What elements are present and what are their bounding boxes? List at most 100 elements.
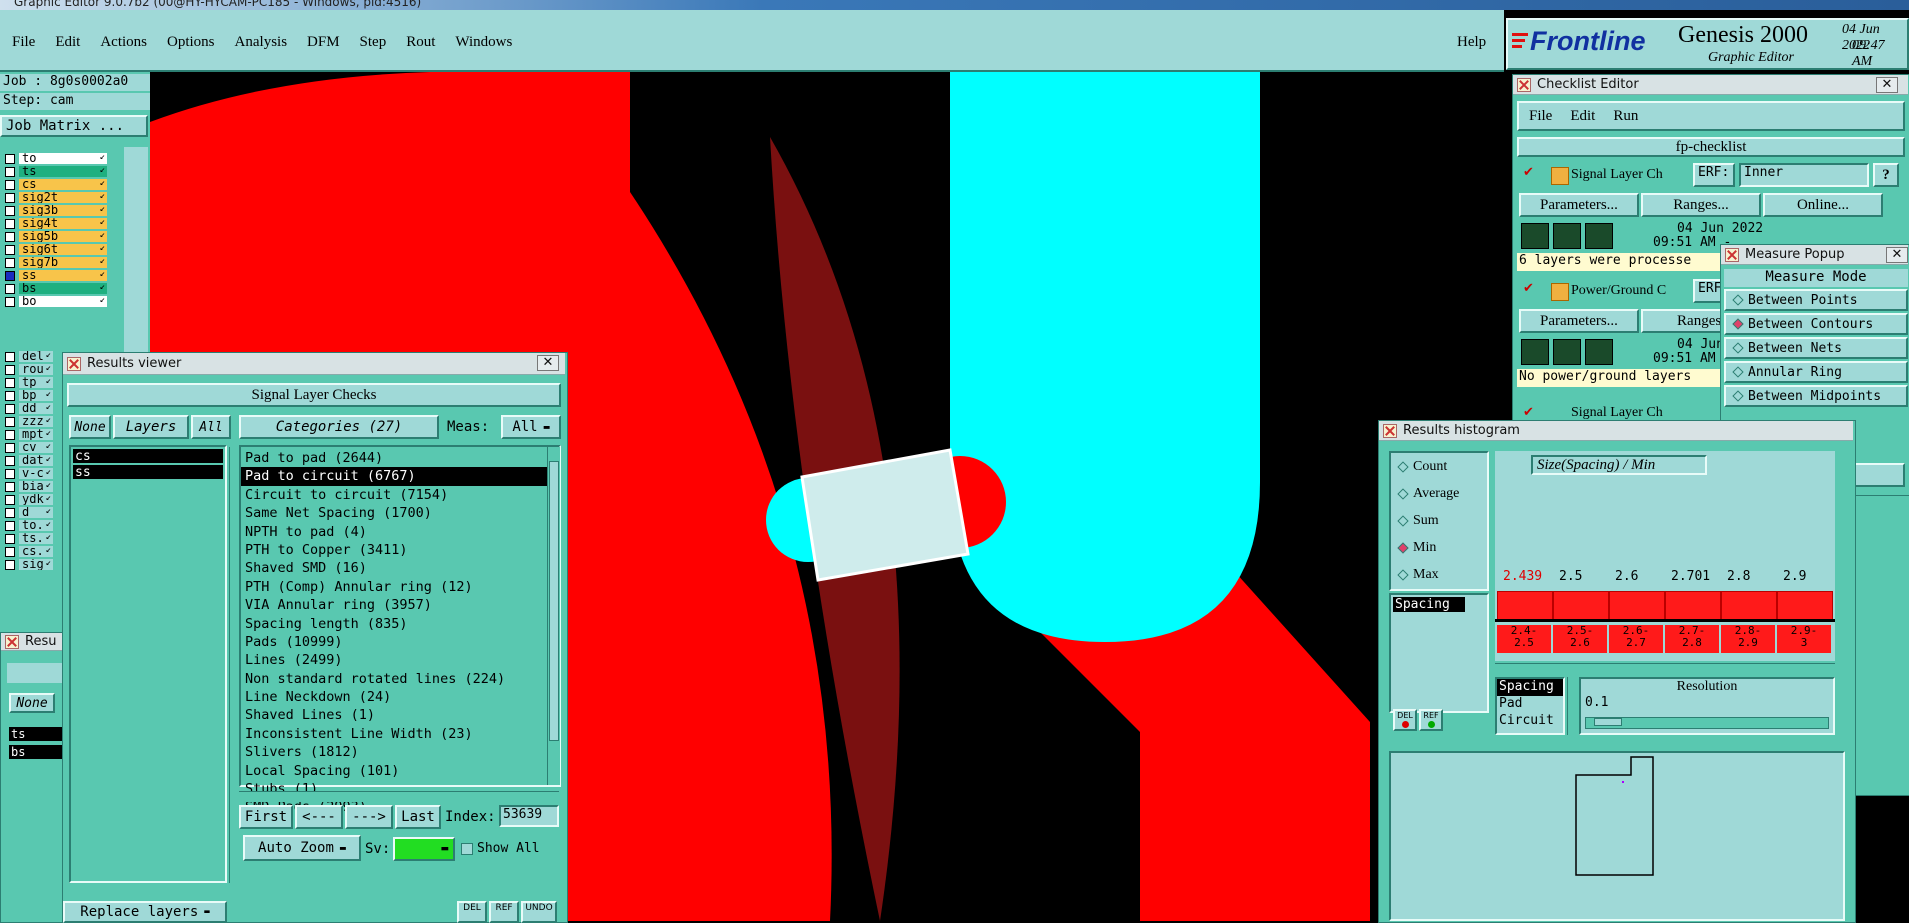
- layer-row[interactable]: sig7b: [0, 256, 125, 269]
- online-button[interactable]: Online...: [1763, 193, 1883, 217]
- layer-checkbox[interactable]: [5, 481, 15, 492]
- run-icon[interactable]: [1553, 223, 1581, 249]
- categories-list[interactable]: Pad to pad (2644) Pad to circuit (6767) Ci…: [239, 445, 561, 815]
- radio-icon[interactable]: [1397, 541, 1409, 554]
- layer-checkbox[interactable]: [5, 257, 15, 268]
- radio-icon[interactable]: [1397, 487, 1409, 500]
- checklist-item-name[interactable]: Signal Layer Ch: [1571, 167, 1663, 183]
- histogram-list[interactable]: Spacing: [1389, 593, 1489, 713]
- layer-name[interactable]: bo: [19, 296, 107, 307]
- results-mini-item[interactable]: ts: [9, 727, 63, 741]
- results-mini-item[interactable]: bs: [9, 745, 63, 759]
- checklist-item-name[interactable]: Signal Layer Ch: [1571, 405, 1663, 421]
- layer-name[interactable]: ts.: [19, 533, 53, 544]
- category-item[interactable]: Lines (2499): [241, 651, 559, 669]
- radio-icon[interactable]: [1732, 342, 1744, 354]
- run-icon[interactable]: [1521, 223, 1549, 249]
- layer-row[interactable]: del: [0, 350, 60, 363]
- layer-row[interactable]: cs.: [0, 545, 60, 558]
- run-icon[interactable]: [1585, 339, 1613, 365]
- category-item[interactable]: Circuit to circuit (7154): [241, 486, 559, 504]
- categories-button[interactable]: Categories (27): [239, 415, 439, 439]
- checklist-item-name[interactable]: Power/Ground C: [1571, 283, 1666, 299]
- layer-checkbox[interactable]: [5, 559, 15, 570]
- menu-windows[interactable]: Windows: [455, 34, 512, 51]
- checkbox-icon[interactable]: [461, 842, 473, 855]
- histogram-bar[interactable]: [1553, 591, 1609, 621]
- layer-row[interactable]: bia: [0, 480, 60, 493]
- layer-row[interactable]: tp: [0, 376, 60, 389]
- radio-icon[interactable]: [1732, 294, 1744, 306]
- layer-row[interactable]: bp: [0, 389, 60, 402]
- menu-dfm[interactable]: DFM: [307, 34, 340, 51]
- layer-row[interactable]: sig3b: [0, 204, 125, 217]
- ref-button[interactable]: REF: [1419, 709, 1443, 731]
- layer-checkbox[interactable]: [5, 455, 15, 466]
- layer-name[interactable]: v-c: [19, 468, 53, 479]
- undo-button[interactable]: UNDO: [521, 901, 557, 923]
- prev-button[interactable]: <---: [295, 805, 343, 829]
- layer-checkbox[interactable]: [5, 468, 15, 479]
- run-icon[interactable]: [1521, 339, 1549, 365]
- category-item[interactable]: Pad to circuit (6767): [241, 467, 559, 486]
- results-layer-item[interactable]: cs: [73, 449, 223, 464]
- layer-checkbox[interactable]: [5, 507, 15, 518]
- check-icon[interactable]: ✔: [1523, 405, 1534, 420]
- layer-name[interactable]: dat: [19, 455, 53, 466]
- check-icon[interactable]: ✔: [1523, 165, 1534, 180]
- category-item[interactable]: Shaved SMD (16): [241, 559, 559, 577]
- layer-name[interactable]: tp: [19, 377, 53, 388]
- layer-name[interactable]: sig7b: [19, 257, 107, 268]
- layer-checkbox[interactable]: [5, 270, 15, 281]
- layer-row[interactable]: dd: [0, 402, 60, 415]
- menu-rout[interactable]: Rout: [406, 34, 435, 51]
- layer-name[interactable]: ss: [19, 270, 107, 281]
- layer-name[interactable]: del: [19, 351, 53, 362]
- radio-icon[interactable]: [1732, 366, 1744, 378]
- histogram-bar[interactable]: [1721, 591, 1777, 621]
- layer-name[interactable]: sig3b: [19, 205, 107, 216]
- layer-name[interactable]: bp: [19, 390, 53, 401]
- histogram-option[interactable]: Min: [1391, 534, 1487, 561]
- category-item[interactable]: Same Net Spacing (1700): [241, 504, 559, 522]
- categories-hscrollbar[interactable]: [239, 791, 559, 802]
- layer-name[interactable]: sig4t: [19, 218, 107, 229]
- layer-row[interactable]: zzz: [0, 415, 60, 428]
- layer-name[interactable]: sig6t: [19, 244, 107, 255]
- histogram-list-item[interactable]: Spacing: [1393, 597, 1465, 612]
- layer-row[interactable]: sig4t: [0, 217, 125, 230]
- checklist-menu-file[interactable]: File: [1529, 108, 1552, 125]
- index-field[interactable]: 53639: [499, 805, 559, 827]
- layers-button[interactable]: Layers: [113, 415, 189, 439]
- category-item[interactable]: Shaved Lines (1): [241, 706, 559, 724]
- layer-row[interactable]: v-c: [0, 467, 60, 480]
- close-icon[interactable]: ✕: [1886, 247, 1908, 263]
- layer-row[interactable]: sig5b: [0, 230, 125, 243]
- layer-checkbox[interactable]: [5, 364, 15, 375]
- layer-name[interactable]: to.: [19, 520, 53, 531]
- resolution-slider[interactable]: [1585, 717, 1829, 729]
- categories-scrollbar[interactable]: [547, 447, 560, 785]
- layer-checkbox[interactable]: [5, 429, 15, 440]
- del-button[interactable]: DEL: [1393, 709, 1417, 731]
- histogram-bar[interactable]: [1777, 591, 1833, 621]
- last-button[interactable]: Last: [395, 805, 441, 829]
- menu-edit[interactable]: Edit: [55, 34, 80, 51]
- layer-checkbox[interactable]: [5, 218, 15, 229]
- layer-checkbox[interactable]: [5, 390, 15, 401]
- layer-row[interactable]: ts: [0, 165, 125, 178]
- layer-name[interactable]: cs.: [19, 546, 53, 557]
- histogram-option[interactable]: Max: [1391, 561, 1487, 588]
- radio-icon[interactable]: [1732, 390, 1744, 402]
- parameters-button[interactable]: Parameters...: [1519, 193, 1639, 217]
- run-icon[interactable]: [1585, 223, 1613, 249]
- layer-row[interactable]: bo: [0, 295, 125, 308]
- layer-row[interactable]: d: [0, 506, 60, 519]
- layer-row[interactable]: cv: [0, 441, 60, 454]
- type-scrollbar[interactable]: [1567, 677, 1578, 735]
- category-item[interactable]: Inconsistent Line Width (23): [241, 725, 559, 743]
- parameters-button[interactable]: Parameters...: [1519, 309, 1639, 333]
- layer-row[interactable]: sig2t: [0, 191, 125, 204]
- layer-checkbox[interactable]: [5, 520, 15, 531]
- radio-icon[interactable]: [1397, 514, 1409, 527]
